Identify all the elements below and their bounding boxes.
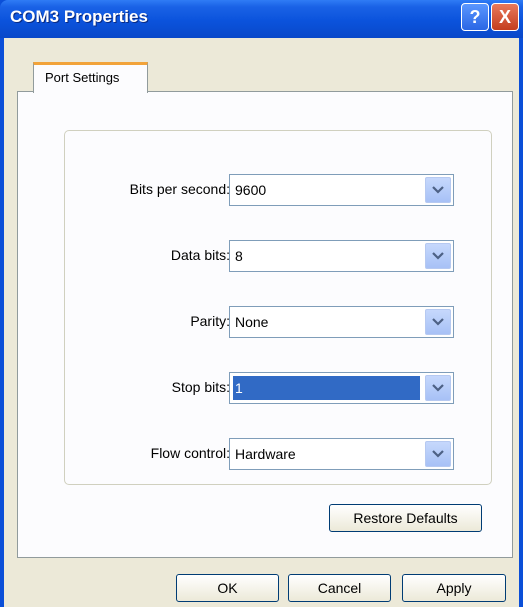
flow-control-value: Hardware [235, 446, 296, 462]
restore-defaults-button[interactable]: Restore Defaults [329, 504, 482, 532]
stop-bits-select[interactable]: 1 [229, 372, 454, 404]
parity-row: Parity: None [65, 306, 491, 338]
flow-control-row: Flow control: Hardware [65, 438, 491, 470]
data-bits-select[interactable]: 8 [229, 240, 454, 272]
chevron-down-icon [432, 318, 444, 326]
restore-defaults-label: Restore Defaults [353, 510, 458, 526]
dialog-body: Port Settings Bits per second: 9600 Data… [4, 38, 519, 607]
ok-button[interactable]: OK [176, 574, 279, 602]
close-button[interactable]: X [491, 3, 519, 31]
bits-per-second-value: 9600 [235, 182, 267, 198]
stop-bits-value: 1 [233, 376, 420, 400]
bits-per-second-select[interactable]: 9600 [229, 174, 454, 206]
dropdown-button[interactable] [425, 243, 451, 269]
flow-control-label: Flow control: [150, 445, 230, 461]
dropdown-button[interactable] [425, 375, 451, 401]
help-button[interactable]: ? [461, 3, 489, 31]
cancel-button[interactable]: Cancel [288, 574, 391, 602]
dropdown-button[interactable] [425, 309, 451, 335]
data-bits-label: Data bits: [170, 247, 230, 263]
tab-port-settings[interactable]: Port Settings [33, 62, 148, 93]
dialog-window: COM3 Properties ? X Port Settings Bits p… [0, 0, 523, 607]
parity-value: None [235, 314, 269, 330]
apply-button[interactable]: Apply [402, 574, 506, 602]
parity-select[interactable]: None [229, 306, 454, 338]
chevron-down-icon [432, 252, 444, 260]
title-bar[interactable]: COM3 Properties ? X [0, 0, 523, 38]
parity-label: Parity: [190, 313, 230, 329]
stop-bits-label: Stop bits: [171, 379, 230, 395]
question-mark-icon: ? [469, 6, 481, 27]
bits-per-second-label: Bits per second: [129, 181, 230, 197]
chevron-down-icon [432, 450, 444, 458]
port-settings-group: Bits per second: 9600 Data bits: 8 Parit… [64, 130, 492, 485]
port-settings-panel: Bits per second: 9600 Data bits: 8 Parit… [17, 91, 513, 558]
tab-label: Port Settings [45, 70, 120, 85]
chevron-down-icon [432, 384, 444, 392]
apply-label: Apply [436, 580, 472, 596]
data-bits-value: 8 [235, 248, 243, 264]
data-bits-row: Data bits: 8 [65, 240, 491, 272]
chevron-down-icon [432, 186, 444, 194]
window-title: COM3 Properties [10, 7, 148, 26]
ok-label: OK [217, 580, 238, 596]
dropdown-button[interactable] [425, 441, 451, 467]
close-icon: X [498, 6, 511, 27]
cancel-label: Cancel [317, 580, 362, 596]
bits-per-second-row: Bits per second: 9600 [65, 174, 491, 206]
flow-control-select[interactable]: Hardware [229, 438, 454, 470]
dropdown-button[interactable] [425, 177, 451, 203]
stop-bits-row: Stop bits: 1 [65, 372, 491, 404]
